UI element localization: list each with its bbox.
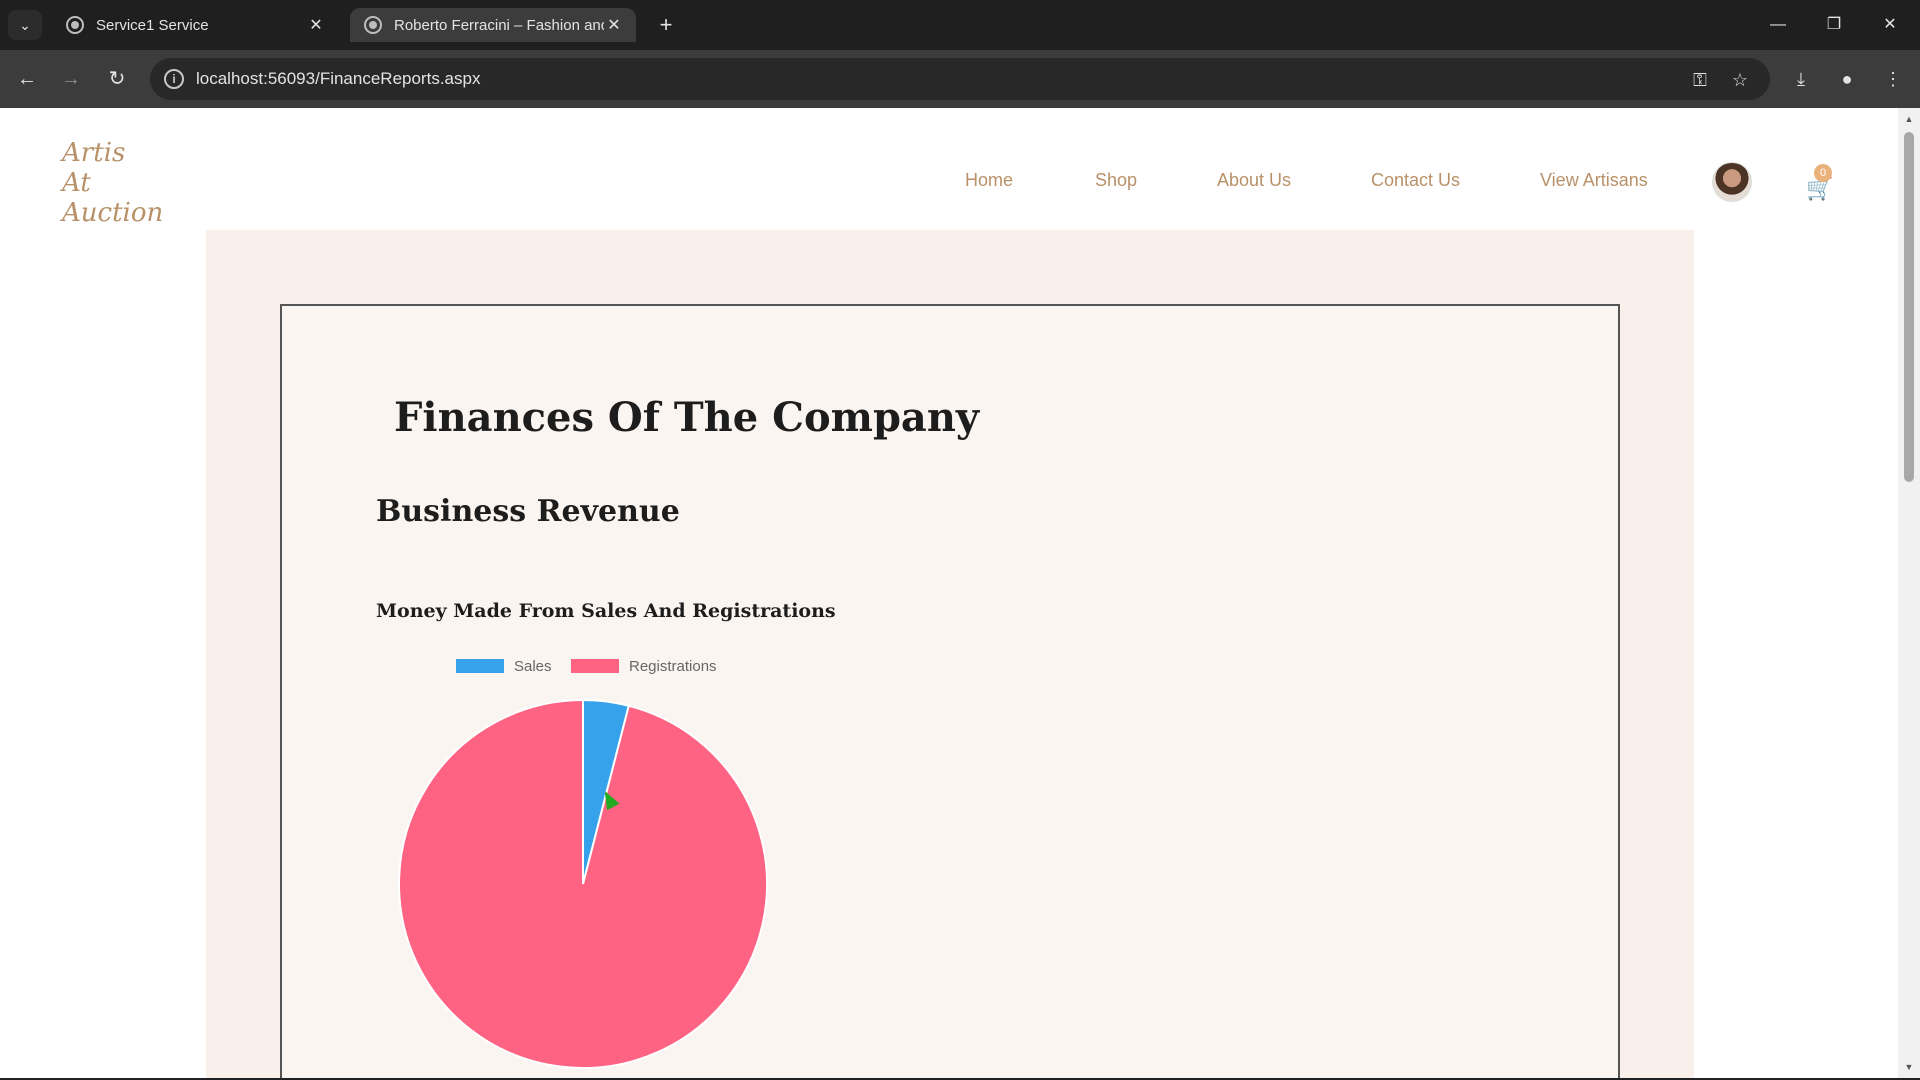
legend-swatch[interactable]: [571, 659, 619, 673]
globe-icon: [66, 16, 84, 34]
nav-artisans[interactable]: View Artisans: [1540, 170, 1648, 191]
chevron-down-icon: ⌄: [19, 17, 31, 33]
globe-icon: [364, 16, 382, 34]
browser-tab-2[interactable]: Roberto Ferracini – Fashion and ✕: [350, 8, 636, 42]
nav-contact[interactable]: Contact Us: [1371, 170, 1460, 191]
close-icon[interactable]: ✕: [306, 15, 326, 35]
logo-line: Auction: [62, 198, 164, 228]
revenue-pie-chart[interactable]: Sales Registrations: [282, 306, 1622, 1078]
scrollbar-thumb[interactable]: [1904, 132, 1914, 482]
tab-title: Service1 Service: [96, 16, 209, 34]
download-icon[interactable]: ⤓: [1786, 64, 1816, 94]
address-bar[interactable]: i localhost:56093/FinanceReports.aspx ⚿ …: [150, 58, 1770, 100]
legend-label[interactable]: Registrations: [629, 658, 717, 675]
logo-line: Artis: [62, 138, 126, 168]
legend-swatch[interactable]: [456, 659, 504, 673]
logo-line: At: [62, 168, 91, 198]
new-tab-button[interactable]: +: [652, 12, 680, 40]
scroll-down-icon[interactable]: ▼: [1903, 1062, 1915, 1074]
minimize-icon[interactable]: —: [1758, 10, 1798, 40]
tab-title: Roberto Ferracini – Fashion and: [394, 16, 604, 34]
browser-tab-1[interactable]: Service1 Service ✕: [52, 8, 338, 42]
legend-label[interactable]: Sales: [514, 658, 552, 675]
restore-icon[interactable]: ❐: [1814, 10, 1854, 40]
key-icon[interactable]: ⚿: [1686, 66, 1714, 94]
reload-icon[interactable]: ↻: [102, 64, 132, 94]
site-info-icon[interactable]: i: [164, 69, 184, 89]
close-window-icon[interactable]: ✕: [1870, 10, 1910, 40]
cart-count-badge: 0: [1814, 164, 1832, 182]
user-avatar[interactable]: [1712, 162, 1752, 202]
nav-shop[interactable]: Shop: [1095, 170, 1137, 191]
url-text[interactable]: localhost:56093/FinanceReports.aspx: [196, 58, 480, 100]
cart-button[interactable]: 🛒 0: [1804, 164, 1836, 204]
tab-search-button[interactable]: ⌄: [8, 10, 42, 40]
site-logo[interactable]: Artis At Auction: [62, 138, 202, 228]
nav-about[interactable]: About Us: [1217, 170, 1291, 191]
back-icon[interactable]: ←: [12, 64, 42, 94]
browser-toolbar: ← → ↻ i localhost:56093/FinanceReports.a…: [0, 50, 1920, 108]
forward-icon[interactable]: →: [56, 64, 86, 94]
web-page: Artis At Auction Home Shop About Us Cont…: [0, 108, 1898, 1078]
page-scrollbar[interactable]: ▲ ▼: [1898, 108, 1920, 1078]
close-icon[interactable]: ✕: [604, 15, 624, 35]
pie-slice-registrations[interactable]: [398, 698, 768, 1069]
scroll-up-icon[interactable]: ▲: [1903, 114, 1915, 126]
profile-icon[interactable]: ●: [1832, 64, 1862, 94]
finance-card: Finances Of The Company Business Revenue…: [280, 304, 1620, 1078]
star-icon[interactable]: ☆: [1726, 66, 1754, 94]
browser-tab-bar: ⌄ Service1 Service ✕ Roberto Ferracini –…: [0, 0, 1920, 50]
menu-icon[interactable]: ⋮: [1878, 64, 1908, 94]
nav-home[interactable]: Home: [965, 170, 1013, 191]
